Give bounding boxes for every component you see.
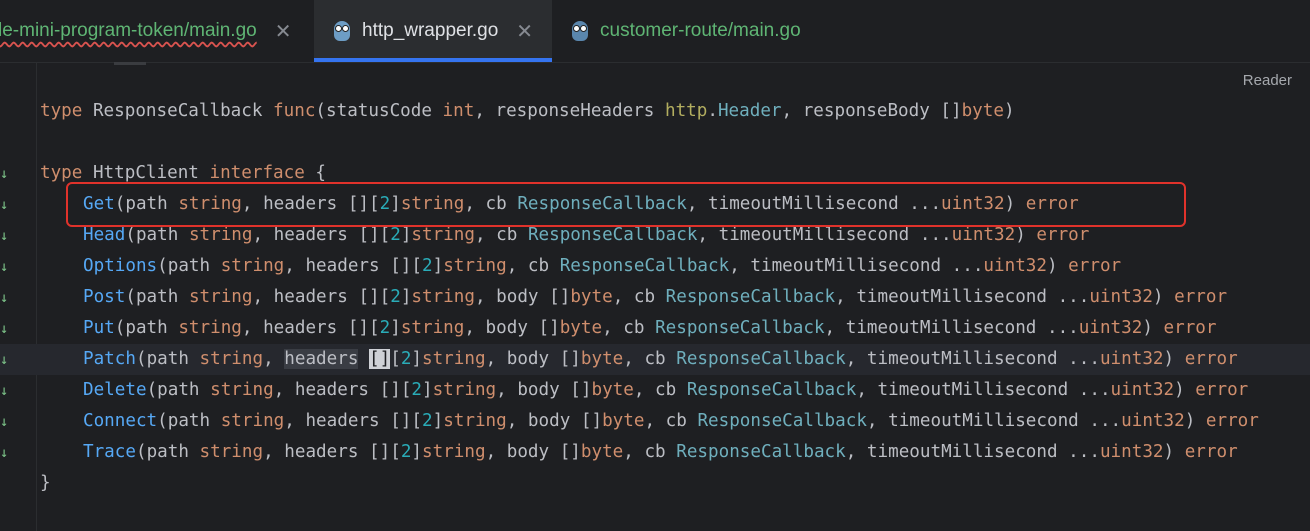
- interface-method-delete: Delete(path string, headers [][2]string,…: [83, 380, 1249, 400]
- implemented-icon[interactable]: ↓: [0, 352, 12, 368]
- interface-method-put: Put(path string, headers [][2]string, bo…: [83, 318, 1217, 338]
- interface-method-connect: Connect(path string, headers [][2]string…: [83, 411, 1259, 431]
- implemented-icon[interactable]: ↓: [0, 228, 12, 244]
- implemented-icon[interactable]: ↓: [0, 166, 12, 182]
- close-icon[interactable]: ✕: [275, 19, 292, 44]
- code-line: }: [40, 473, 51, 493]
- implemented-icon[interactable]: ↓: [0, 259, 12, 275]
- interface-method-options: Options(path string, headers [][2]string…: [83, 256, 1122, 276]
- interface-method-trace: Trace(path string, headers [][2]string, …: [83, 442, 1238, 462]
- tab-label: http_wrapper.go: [362, 20, 499, 41]
- implemented-icon[interactable]: ↓: [0, 445, 12, 461]
- scroll-indicator: [114, 62, 146, 65]
- gutter-divider: [36, 62, 37, 531]
- editor-tab-bar: le-mini-program-token/main.go ✕ http_wra…: [0, 0, 1310, 63]
- code-line: type ResponseCallback func(statusCode in…: [40, 101, 1015, 121]
- tab-mini-program-token-main[interactable]: le-mini-program-token/main.go ✕: [0, 0, 291, 62]
- implemented-icon[interactable]: ↓: [0, 414, 12, 430]
- reader-mode-button[interactable]: Reader: [1243, 72, 1292, 89]
- go-file-icon: [572, 21, 588, 41]
- interface-method-patch: Patch(path string, headers [][2]string, …: [83, 349, 1238, 369]
- highlight-box: [66, 182, 1186, 227]
- implemented-icon[interactable]: ↓: [0, 383, 12, 399]
- implemented-icon[interactable]: ↓: [0, 290, 12, 306]
- tab-customer-route-main[interactable]: customer-route/main.go: [572, 0, 801, 62]
- tab-http-wrapper[interactable]: http_wrapper.go ✕: [314, 0, 552, 62]
- close-icon[interactable]: ✕: [516, 19, 533, 44]
- implemented-icon[interactable]: ↓: [0, 197, 12, 213]
- tab-label: le-mini-program-token/main.go: [0, 20, 257, 41]
- go-file-icon: [334, 21, 350, 41]
- interface-method-post: Post(path string, headers [][2]string, b…: [83, 287, 1228, 307]
- tab-label: customer-route/main.go: [600, 20, 801, 41]
- implemented-icon[interactable]: ↓: [0, 321, 12, 337]
